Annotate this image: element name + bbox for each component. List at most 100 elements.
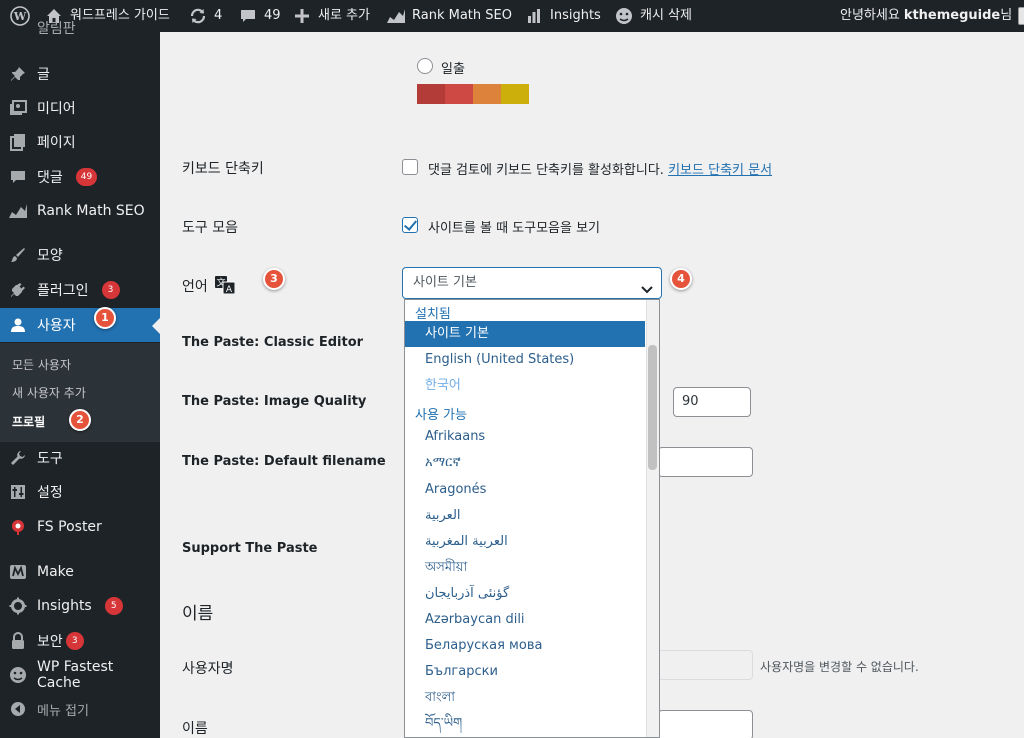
svg-text:A: A xyxy=(226,285,233,294)
name-section-title: 이름 xyxy=(182,604,214,624)
dropdown-option[interactable]: አማርኛ xyxy=(405,450,645,476)
lock-icon xyxy=(8,631,28,651)
submenu-add-user[interactable]: 새 사용자 추가 xyxy=(12,384,86,401)
dropdown-option[interactable]: Български xyxy=(405,659,645,685)
plugins-badge: 3 xyxy=(101,281,120,299)
refresh-icon xyxy=(188,6,208,26)
updates-link[interactable]: 4 xyxy=(188,0,222,32)
color-scheme-radio[interactable] xyxy=(417,58,433,74)
dropdown-option[interactable]: Afrikaans xyxy=(405,424,645,450)
submenu-profile[interactable]: 프로필 xyxy=(12,413,45,430)
dropdown-option[interactable]: Azərbaycan dili xyxy=(405,607,645,633)
sidebar-item-rankmath[interactable]: Rank Math SEO xyxy=(0,194,160,228)
sidebar-item-fs-poster[interactable]: FS Poster xyxy=(0,510,160,544)
current-menu-arrow xyxy=(152,318,160,334)
new-content-link[interactable]: 새로 추가 xyxy=(292,0,370,32)
sidebar-item-media[interactable]: 미디어 xyxy=(0,91,160,125)
username-hint: 사용자명을 변경할 수 없습니다. xyxy=(760,660,919,674)
sidebar-item-label: 글 xyxy=(37,67,50,83)
fs-poster-icon xyxy=(8,517,28,537)
sidebar-item-insights[interactable]: Insights 5 xyxy=(0,589,160,623)
collapse-menu-button[interactable]: 메뉴 접기 xyxy=(0,692,160,726)
pushpin-icon xyxy=(8,64,28,84)
sidebar-item-comments[interactable]: 댓글 49 xyxy=(0,160,160,194)
dropdown-option[interactable]: অসমীয়া xyxy=(405,555,645,581)
sidebar-item-label: 페이지 xyxy=(37,135,76,151)
user-icon xyxy=(8,315,28,335)
toolbar-checkbox[interactable] xyxy=(402,217,418,233)
submenu-all-users[interactable]: 모든 사용자 xyxy=(12,356,71,373)
sidebar-item-posts[interactable]: 글 xyxy=(0,57,160,91)
color-swatch-2 xyxy=(445,84,473,104)
image-quality-input[interactable]: 90 xyxy=(673,387,751,417)
dropdown-group-installed: 설치됨 xyxy=(415,307,451,322)
plug-icon xyxy=(8,280,28,300)
security-badge: 3 xyxy=(65,632,84,650)
comments-badge: 49 xyxy=(75,168,98,186)
avatar xyxy=(1018,7,1024,25)
sidebar-item-make[interactable]: Make xyxy=(0,555,160,589)
rankmath-link[interactable]: Rank Math SEO xyxy=(386,0,512,32)
pages-icon xyxy=(8,132,28,152)
dropdown-option-site-default[interactable]: 사이트 기본 xyxy=(405,321,645,347)
sidebar-item-label: Rank Math SEO xyxy=(37,203,145,219)
dropdown-option[interactable]: Беларуская мова xyxy=(405,633,645,659)
sidebar-item-dashboard[interactable]: 알림판 xyxy=(0,18,160,38)
main-content: 일출 키보드 단축키 댓글 검토에 키보드 단축키를 활성화합니다. 키보드 단… xyxy=(160,32,1024,738)
gear-icon xyxy=(8,596,28,616)
translate-icon: 文A xyxy=(215,276,236,298)
sidebar-item-label: 모양 xyxy=(37,248,63,264)
keyboard-shortcuts-label: 키보드 단축키 xyxy=(182,161,264,177)
comments-link[interactable]: 49 xyxy=(238,0,281,32)
account-username: kthemeguide xyxy=(903,8,1001,23)
rankmath-label: Rank Math SEO xyxy=(412,8,512,23)
sidebar-item-wp-fastest-cache[interactable]: WP Fastest Cache xyxy=(0,658,160,692)
dropdown-option[interactable]: العربية المغربية xyxy=(405,529,645,555)
insights-link[interactable]: Insights xyxy=(524,0,601,32)
sidebar-item-security[interactable]: 보안 3 xyxy=(0,624,160,658)
bar-chart-icon xyxy=(524,6,544,26)
my-account-link[interactable]: 안녕하세요 kthemeguide 님 xyxy=(840,0,1024,32)
collapse-menu-label: 메뉴 접기 xyxy=(37,703,89,719)
dropdown-scroll-thumb[interactable] xyxy=(648,345,657,470)
step-marker-1: 1 xyxy=(94,307,116,329)
sidebar-item-label: 사용자 xyxy=(37,318,76,334)
toolbar-label: 도구 모음 xyxy=(182,220,238,236)
sidebar-item-plugins[interactable]: 플러그인 3 xyxy=(0,273,160,307)
sidebar-item-appearance[interactable]: 모양 xyxy=(0,238,160,272)
keyboard-shortcuts-doc-link[interactable]: 키보드 단축키 문서 xyxy=(668,163,772,178)
sidebar-item-settings[interactable]: 설정 xyxy=(0,475,160,509)
comments-count: 49 xyxy=(264,8,281,23)
sidebar-item-label: 알림판 xyxy=(37,21,76,37)
language-select[interactable]: 사이트 기본 xyxy=(402,267,662,299)
sidebar-item-label: WP Fastest Cache xyxy=(37,659,114,691)
sidebar-item-tools[interactable]: 도구 xyxy=(0,441,160,475)
wrench-icon xyxy=(8,448,28,468)
cheetah-icon xyxy=(614,6,634,26)
sliders-icon xyxy=(8,482,28,502)
dropdown-option[interactable]: 한국어 xyxy=(405,373,645,399)
greeting-text: 안녕하세요 xyxy=(840,8,900,23)
keyboard-shortcuts-checkbox[interactable] xyxy=(402,159,418,175)
sidebar-item-label: 댓글 xyxy=(37,170,63,186)
dropdown-option[interactable]: گؤنئی آذربایجان xyxy=(405,581,645,607)
dropdown-option[interactable]: العربية xyxy=(405,503,645,529)
dropdown-scrollbar[interactable] xyxy=(646,300,659,737)
dropdown-option[interactable]: বাংলা xyxy=(405,685,645,711)
dropdown-option[interactable]: བོད་ཡིག xyxy=(405,711,645,737)
keyboard-shortcuts-text: 댓글 검토에 키보드 단축키를 활성화합니다. 키보드 단축키 문서 xyxy=(428,159,772,178)
honorific-suffix: 님 xyxy=(1000,8,1013,23)
sidebar-item-pages[interactable]: 페이지 xyxy=(0,125,160,159)
clear-cache-label: 캐시 삭제 xyxy=(640,8,692,23)
sidebar-item-users[interactable]: 사용자 xyxy=(0,308,160,342)
username-label: 사용자명 xyxy=(182,661,234,677)
clear-cache-link[interactable]: 캐시 삭제 xyxy=(614,0,692,32)
default-filename-input[interactable] xyxy=(658,447,753,477)
sidebar-item-label: Make xyxy=(37,564,74,580)
dropdown-option[interactable]: English (United States) xyxy=(405,347,645,373)
sidebar-item-label: FS Poster xyxy=(37,519,102,535)
dashboard-icon xyxy=(8,18,28,38)
dropdown-option[interactable]: Aragonés xyxy=(405,477,645,503)
first-name-input[interactable] xyxy=(658,710,753,738)
color-swatch-4 xyxy=(501,84,529,104)
